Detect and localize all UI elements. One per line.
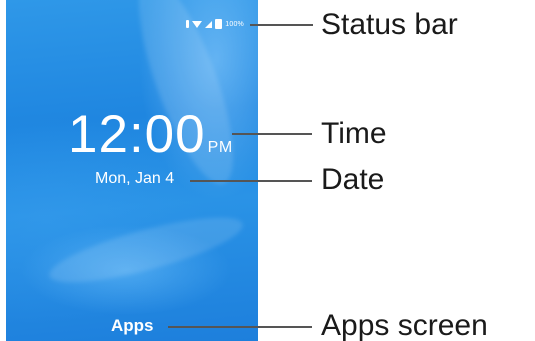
status-bar: 100% bbox=[186, 19, 244, 29]
apps-screen-leader-line bbox=[168, 326, 312, 328]
battery-percent: 100% bbox=[225, 20, 244, 28]
apps-button[interactable]: Apps bbox=[111, 316, 154, 336]
time-leader-line bbox=[232, 133, 312, 135]
device-screen: 100% 12:00 PM Mon, Jan 4 Apps bbox=[6, 0, 258, 341]
callout-apps-screen: Apps screen bbox=[321, 309, 488, 341]
bluetooth-icon bbox=[186, 20, 190, 28]
callout-status-bar: Status bar bbox=[321, 8, 458, 41]
time-value: 12:00 bbox=[68, 105, 206, 164]
signal-icon bbox=[205, 20, 213, 28]
clock-time: 12:00 PM bbox=[68, 108, 233, 161]
battery-icon bbox=[215, 19, 223, 29]
callout-date: Date bbox=[321, 163, 385, 196]
background-light-streak bbox=[120, 0, 252, 194]
callout-time: Time bbox=[321, 117, 387, 150]
clock-date: Mon, Jan 4 bbox=[95, 170, 175, 187]
date-leader-line bbox=[190, 180, 312, 182]
diagram-canvas: 100% 12:00 PM Mon, Jan 4 Apps Status bar … bbox=[0, 0, 535, 341]
wifi-icon bbox=[192, 20, 203, 28]
status-bar-leader-line bbox=[250, 24, 313, 26]
time-period: PM bbox=[207, 139, 233, 156]
background-light-streak bbox=[44, 204, 248, 296]
